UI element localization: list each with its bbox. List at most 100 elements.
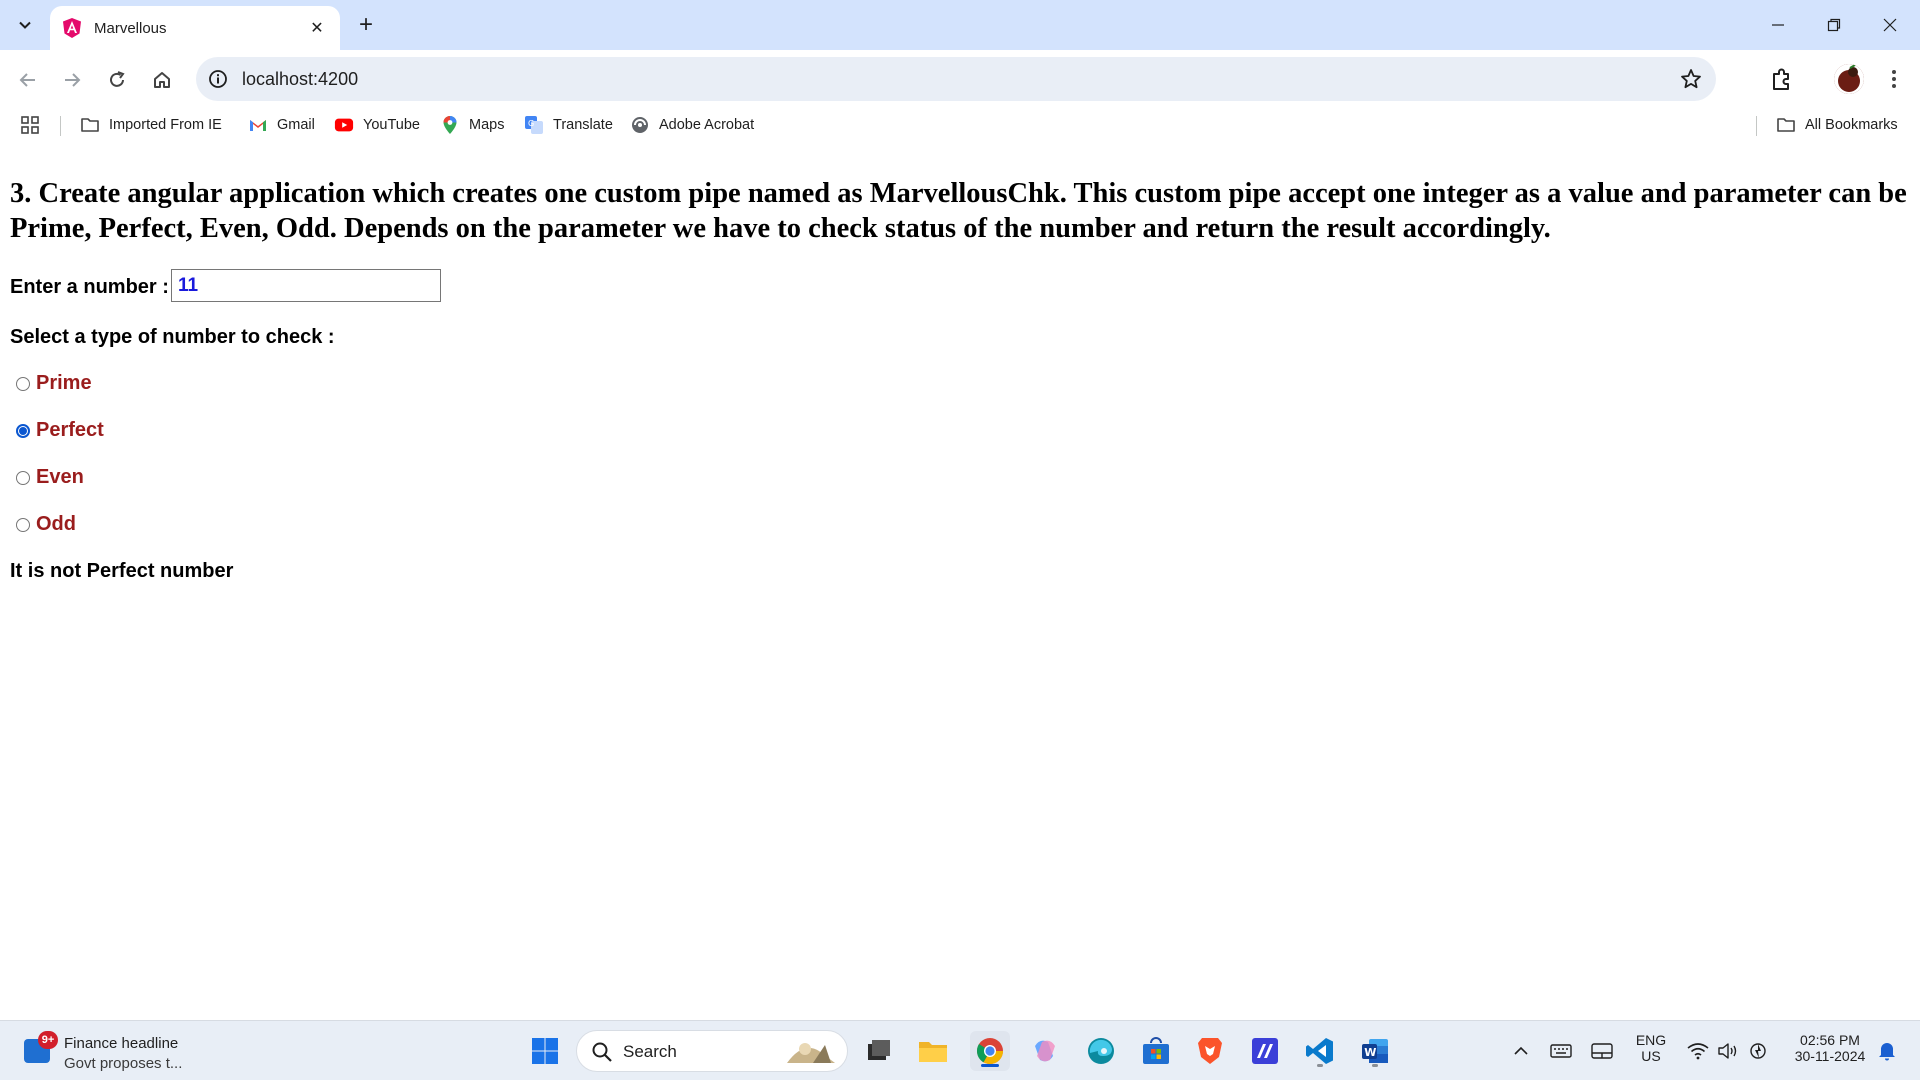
back-button[interactable] [12,64,44,96]
bookmark-label: Translate [553,117,613,133]
show-hidden-icons-button[interactable] [1503,1031,1539,1071]
notification-badge: 9+ [38,1031,58,1049]
bookmark-translate[interactable]: G Translate [524,114,613,136]
bookmark-adobe-acrobat[interactable]: Adobe Acrobat [630,114,754,136]
notifications-button[interactable] [1872,1031,1902,1071]
language-text: ENG [1635,1032,1667,1048]
radio-odd[interactable] [16,517,30,532]
extensions-icon[interactable] [1766,65,1796,95]
browser-toolbar: localhost:4200 [0,50,1920,108]
battery-button[interactable] [1742,1031,1774,1071]
bell-icon [1879,1043,1895,1061]
bookmarks-separator [60,116,61,136]
page-heading: 3. Create angular application which crea… [10,178,1907,244]
news-widget[interactable]: 9+ Finance headline Govt proposes t... [22,1031,242,1073]
option-label-even[interactable]: Even [36,466,84,489]
option-prime[interactable]: Prime [16,372,92,395]
folder-icon [80,115,100,135]
select-type-label: Select a type of number to check : [10,326,335,348]
battery-saver-icon [1750,1043,1766,1059]
number-input-label: Enter a number : [10,276,169,298]
chrome-taskbar-button[interactable] [970,1031,1010,1071]
all-bookmarks-button[interactable]: All Bookmarks [1776,114,1898,136]
radio-perfect[interactable] [16,423,30,438]
powerapps-button[interactable] [1245,1031,1285,1071]
reload-button[interactable] [101,64,133,96]
language-indicator[interactable]: ENG US [1630,1032,1672,1064]
info-icon[interactable] [208,69,228,89]
windows-icon [532,1038,558,1064]
copilot-icon [1035,1040,1055,1062]
file-explorer-button[interactable] [913,1031,953,1071]
restore-icon [1827,18,1841,32]
taskbar: 9+ Finance headline Govt proposes t... S… [0,1020,1920,1080]
option-label-perfect[interactable]: Perfect [36,419,104,442]
tab-bar: Marvellous ✕ + [0,0,1920,50]
volume-button[interactable] [1712,1031,1744,1071]
wifi-icon [1687,1043,1709,1060]
edge-icon [1088,1038,1114,1064]
task-view-button[interactable] [858,1031,898,1071]
wifi-button[interactable] [1682,1031,1714,1071]
option-perfect[interactable]: Perfect [16,419,104,442]
store-button[interactable] [1136,1031,1176,1071]
word-icon: W [1362,1039,1388,1063]
close-tab-icon[interactable]: ✕ [306,17,328,39]
browser-menu-button[interactable] [1882,64,1906,94]
option-label-prime[interactable]: Prime [36,372,92,395]
bookmark-label: Imported From IE [109,117,222,133]
copilot-button[interactable] [1025,1031,1065,1071]
search-placeholder: Search [623,1042,677,1061]
keyboard-button[interactable] [1543,1031,1579,1071]
arrow-right-icon [65,73,81,87]
clock[interactable]: 02:56 PM 30-11-2024 [1784,1032,1876,1064]
bookmark-youtube[interactable]: YouTube [334,114,420,136]
taskbar-search[interactable]: Search [576,1030,848,1072]
minimize-button[interactable] [1756,8,1800,42]
brave-button[interactable] [1190,1031,1230,1071]
youtube-icon [334,115,354,135]
option-odd[interactable]: Odd [16,513,76,536]
vscode-button[interactable] [1300,1031,1340,1071]
touchpad-icon [1591,1043,1613,1059]
bookmark-maps[interactable]: Maps [440,114,504,136]
minimize-icon [1772,24,1784,26]
url-text[interactable]: localhost:4200 [242,69,358,90]
app-icon [1252,1038,1278,1064]
bookmark-imported-from-ie[interactable]: Imported From IE [80,114,222,136]
forward-button[interactable] [56,64,88,96]
new-tab-button[interactable]: + [352,11,380,39]
option-label-odd[interactable]: Odd [36,513,76,536]
folder-icon [1776,115,1796,135]
tab-search-button[interactable] [10,10,40,40]
radio-prime[interactable] [16,376,30,391]
search-icon [592,1042,612,1062]
maps-icon [440,115,460,135]
tab-title: Marvellous [94,19,167,37]
browser-tab[interactable]: Marvellous ✕ [50,6,340,50]
page-content: 3. Create angular application which crea… [0,142,1920,1020]
close-window-button[interactable] [1868,8,1912,42]
restore-button[interactable] [1812,8,1856,42]
bookmark-label: Gmail [277,117,315,133]
star-icon[interactable] [1680,68,1702,90]
home-button[interactable] [146,64,178,96]
address-bar[interactable]: localhost:4200 [196,57,1716,101]
edge-button[interactable] [1081,1031,1121,1071]
number-input[interactable]: 11 [171,269,441,302]
bookmark-label: Maps [469,117,505,133]
touchpad-button[interactable] [1584,1031,1620,1071]
chrome-icon [976,1038,1004,1065]
word-button[interactable]: W [1355,1031,1395,1071]
close-icon [1883,18,1897,32]
angular-icon [63,18,81,38]
option-even[interactable]: Even [16,466,84,489]
bookmark-label: YouTube [363,117,420,133]
bookmark-gmail[interactable]: Gmail [248,114,315,136]
apps-button[interactable] [20,114,40,136]
open-indicator [1372,1064,1378,1067]
radio-even[interactable] [16,470,30,485]
start-button[interactable] [525,1031,565,1071]
profile-avatar[interactable] [1834,64,1864,94]
avatar-icon [1834,64,1864,94]
